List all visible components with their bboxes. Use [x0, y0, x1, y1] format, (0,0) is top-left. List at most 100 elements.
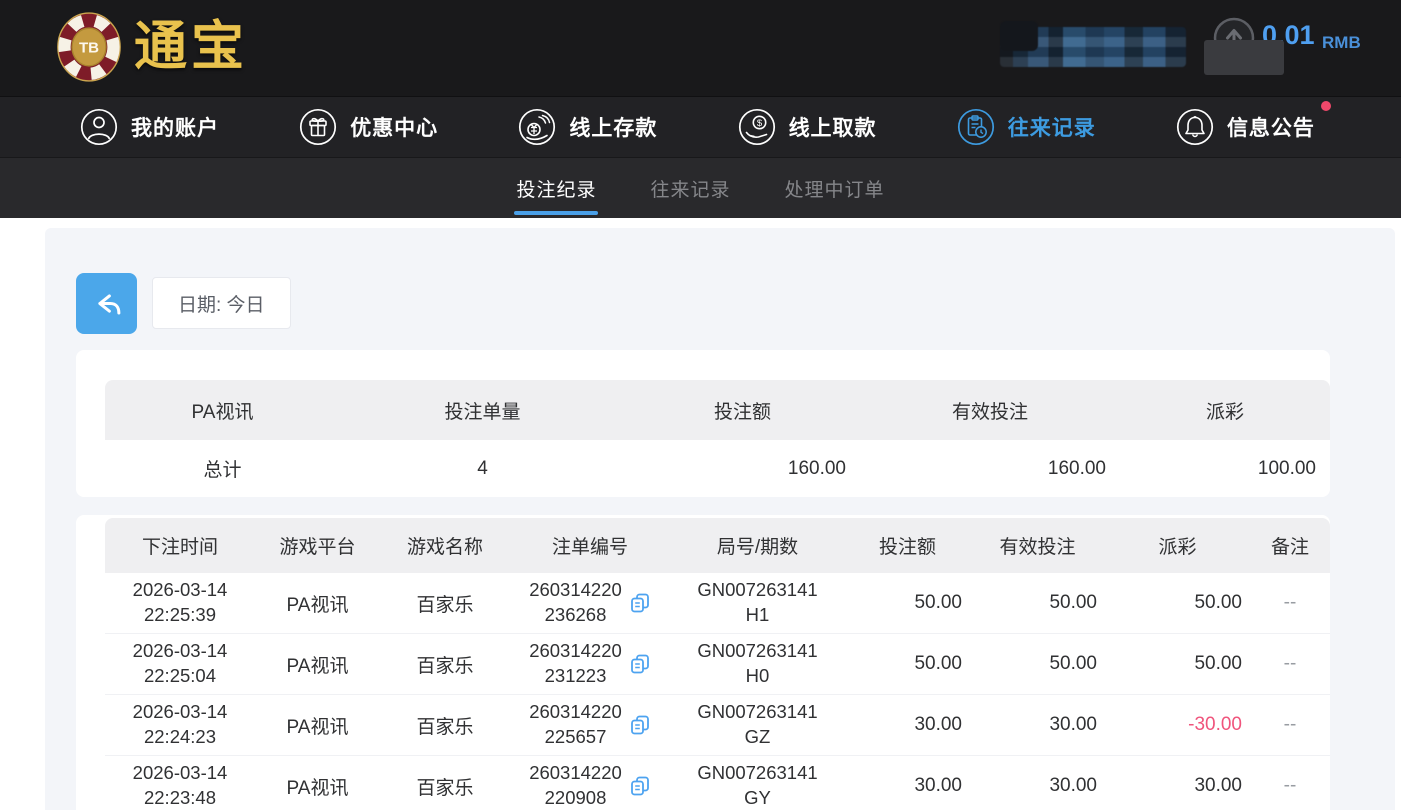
- summary-bet-amount: 160.00: [625, 440, 860, 497]
- platform: PA视讯: [255, 756, 380, 810]
- summary-total-row: 总计 4 160.00 160.00 100.00: [105, 440, 1330, 497]
- summary-header-valid-bet: 有效投注: [860, 380, 1120, 440]
- summary-payout: 100.00: [1120, 440, 1330, 497]
- valid-bet: 30.00: [970, 695, 1105, 755]
- records-icon: [957, 108, 995, 146]
- table-row: 2026-03-1422:25:04 PA视讯 百家乐 260314220231…: [105, 634, 1330, 695]
- withdraw-icon: $: [738, 108, 776, 146]
- summary-header-row: PA视讯 投注单量 投注额 有效投注 派彩: [105, 380, 1330, 440]
- header-round-no: 局号/期数: [670, 518, 845, 573]
- nav-item-announcements[interactable]: 信息公告: [1176, 108, 1315, 146]
- summary-header-bet-count: 投注单量: [340, 380, 625, 440]
- nav-label: 往来记录: [1008, 112, 1096, 142]
- copy-icon[interactable]: [629, 775, 651, 797]
- note: --: [1250, 756, 1330, 810]
- platform: PA视讯: [255, 573, 380, 633]
- summary-header-platform: PA视讯: [105, 380, 340, 440]
- table-row: 2026-03-1422:24:23 PA视讯 百家乐 260314220225…: [105, 695, 1330, 756]
- date-filter-label: 日期: 今日: [178, 290, 265, 317]
- poker-chip-icon: TB: [56, 9, 122, 85]
- bet-records-card: 下注时间 游戏平台 游戏名称 注单编号 局号/期数 投注额 有效投注 派彩 备注…: [76, 515, 1330, 810]
- nav-item-my-account[interactable]: 我的账户: [80, 108, 219, 146]
- bell-icon: [1176, 108, 1214, 146]
- header-valid-bet: 有效投注: [970, 518, 1105, 573]
- platform: PA视讯: [255, 634, 380, 694]
- bet-time: 2026-03-1422:23:48: [105, 756, 255, 810]
- game-name: 百家乐: [380, 573, 510, 633]
- bet-amount: 50.00: [845, 573, 970, 633]
- nav-item-promotions[interactable]: 优惠中心: [299, 108, 438, 146]
- nav-label: 信息公告: [1227, 112, 1315, 142]
- summary-header-bet-amount: 投注额: [625, 380, 860, 440]
- valid-bet: 50.00: [970, 573, 1105, 633]
- table-row: 2026-03-1422:25:39 PA视讯 百家乐 260314220236…: [105, 573, 1330, 634]
- bet-id: 260314220225657: [510, 695, 670, 755]
- payout: 50.00: [1105, 573, 1250, 633]
- platform: PA视讯: [255, 695, 380, 755]
- brand-name: 通宝: [134, 2, 248, 92]
- nav-label: 线上取款: [789, 112, 877, 142]
- bet-amount: 50.00: [845, 634, 970, 694]
- summary-card: PA视讯 投注单量 投注额 有效投注 派彩 总计 4 160.00 160.00…: [76, 350, 1330, 497]
- valid-bet: 30.00: [970, 756, 1105, 810]
- game-name: 百家乐: [380, 695, 510, 755]
- note: --: [1250, 695, 1330, 755]
- record-tabs: 投注纪录 往来记录 处理中订单: [0, 157, 1401, 218]
- summary-bet-count: 4: [340, 440, 625, 497]
- content-panel: 日期: 今日 PA视讯 投注单量 投注额 有效投注 派彩 总计 4 160.00…: [45, 228, 1395, 810]
- table-header-row: 下注时间 游戏平台 游戏名称 注单编号 局号/期数 投注额 有效投注 派彩 备注: [105, 518, 1330, 573]
- nav-label: 我的账户: [131, 112, 219, 142]
- deposit-icon: [518, 108, 556, 146]
- valid-bet: 50.00: [970, 634, 1105, 694]
- copy-icon[interactable]: [629, 714, 651, 736]
- back-button[interactable]: [76, 273, 137, 334]
- tab-bet-records[interactable]: 投注纪录: [514, 158, 598, 218]
- nav-item-withdraw[interactable]: $ 线上取款: [738, 108, 877, 146]
- bet-time: 2026-03-1422:25:39: [105, 573, 255, 633]
- tab-processing-orders[interactable]: 处理中订单: [783, 158, 887, 218]
- tab-transaction-records[interactable]: 往来记录: [648, 158, 732, 218]
- main-nav: 我的账户 优惠中心 线上存款 $ 线上取款: [0, 96, 1401, 157]
- bet-amount: 30.00: [845, 756, 970, 810]
- bet-id: 260314220220908: [510, 756, 670, 810]
- bet-amount: 30.00: [845, 695, 970, 755]
- nav-item-deposit[interactable]: 线上存款: [518, 108, 657, 146]
- payout: 30.00: [1105, 756, 1250, 810]
- header-bet-time: 下注时间: [105, 518, 255, 573]
- header-game-name: 游戏名称: [380, 518, 510, 573]
- note: --: [1250, 634, 1330, 694]
- gift-icon: [299, 108, 337, 146]
- notification-dot: [1321, 101, 1331, 111]
- header-platform: 游戏平台: [255, 518, 380, 573]
- bet-time: 2026-03-1422:25:04: [105, 634, 255, 694]
- summary-valid-bet: 160.00: [860, 440, 1120, 497]
- chip-text: TB: [79, 40, 99, 57]
- table-row: 2026-03-1422:23:48 PA视讯 百家乐 260314220220…: [105, 756, 1330, 810]
- user-icon: [80, 108, 118, 146]
- bet-id: 260314220231223: [510, 634, 670, 694]
- date-filter[interactable]: 日期: 今日: [152, 277, 291, 329]
- round-no: GN007263141GY: [670, 756, 845, 810]
- top-header: TB 通宝 0.01 RMB: [0, 0, 1401, 96]
- nav-label: 优惠中心: [350, 112, 438, 142]
- nav-item-records[interactable]: 往来记录: [957, 108, 1096, 146]
- svg-text:$: $: [756, 118, 762, 129]
- copy-icon[interactable]: [629, 653, 651, 675]
- summary-total-label: 总计: [105, 440, 340, 497]
- note: --: [1250, 573, 1330, 633]
- bet-time: 2026-03-1422:24:23: [105, 695, 255, 755]
- summary-header-payout: 派彩: [1120, 380, 1330, 440]
- round-no: GN007263141H0: [670, 634, 845, 694]
- balance-blur: [1230, 46, 1362, 73]
- nav-label: 线上存款: [569, 112, 657, 142]
- username-blur: [1000, 27, 1186, 67]
- round-no: GN007263141H1: [670, 573, 845, 633]
- header-note: 备注: [1250, 518, 1330, 573]
- header-payout: 派彩: [1105, 518, 1250, 573]
- payout: 50.00: [1105, 634, 1250, 694]
- header-bet-id: 注单编号: [510, 518, 670, 573]
- header-bet-amount: 投注额: [845, 518, 970, 573]
- payout: -30.00: [1105, 695, 1250, 755]
- copy-icon[interactable]: [629, 592, 651, 614]
- brand-logo[interactable]: TB 通宝: [56, 2, 248, 92]
